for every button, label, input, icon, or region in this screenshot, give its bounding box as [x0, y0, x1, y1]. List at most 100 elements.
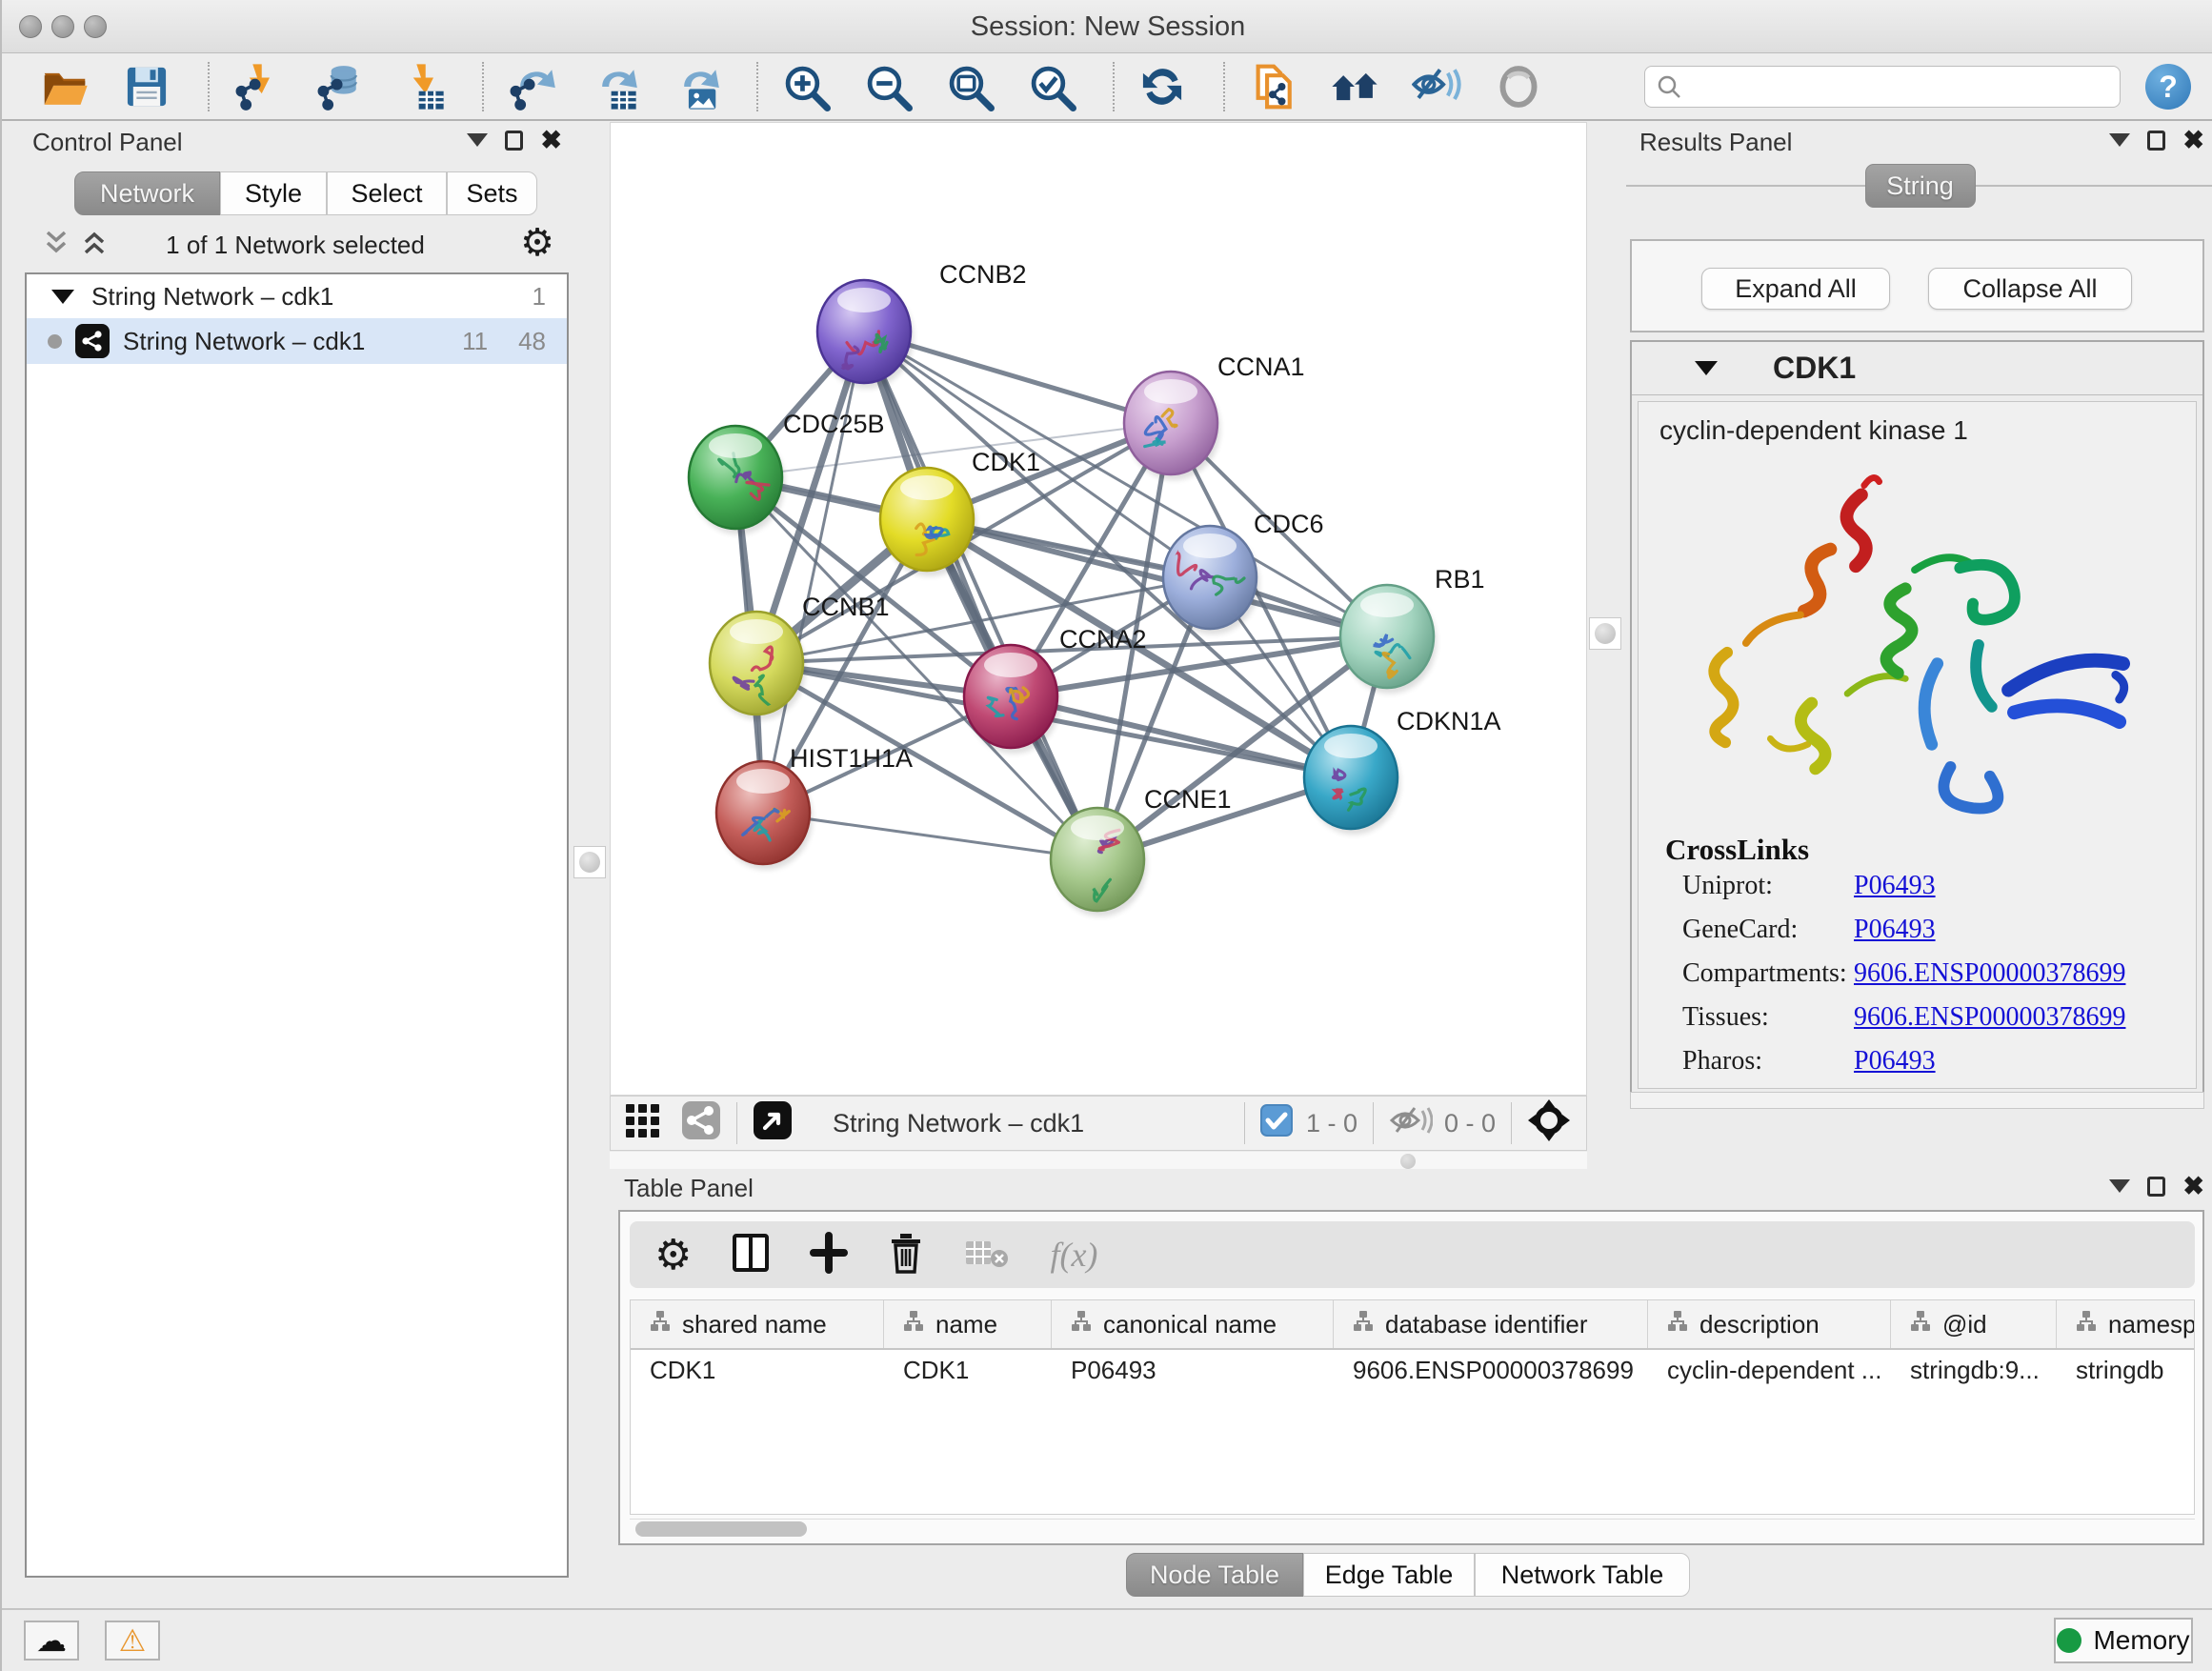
warning-status-icon[interactable]: ⚠ — [105, 1621, 160, 1661]
gene-section-header[interactable]: CDK1 — [1632, 342, 2202, 395]
first-neighbors-icon[interactable] — [1328, 60, 1381, 113]
export-network-icon[interactable] — [505, 60, 558, 113]
tab-string[interactable]: String — [1865, 164, 1976, 208]
show-columns-icon[interactable] — [732, 1232, 770, 1278]
column-header-namespace[interactable]: namespace — [2057, 1300, 2195, 1348]
hidden-counts: 0 - 0 — [1444, 1109, 1496, 1138]
table-cell[interactable]: stringdb:9... — [1891, 1350, 2057, 1394]
zoom-fit-icon[interactable] — [943, 60, 996, 113]
birdseye-grid-icon[interactable] — [624, 1100, 664, 1147]
tree-expand-icon[interactable] — [51, 290, 74, 304]
network-node-HIST1H1A[interactable]: HIST1H1A — [716, 744, 913, 870]
network-collection-row[interactable]: String Network – cdk1 1 — [27, 274, 567, 318]
column-header-shared-name[interactable]: shared name — [631, 1300, 884, 1348]
memory-button[interactable]: Memory — [2054, 1618, 2193, 1663]
selected-checkbox-icon[interactable] — [1260, 1104, 1293, 1143]
panel-float-icon[interactable] — [2147, 131, 2165, 151]
horizontal-splitter[interactable] — [610, 1152, 1587, 1169]
network-node-CCNB1[interactable]: CCNB1 — [710, 593, 890, 720]
cloud-status-icon[interactable]: ☁ — [24, 1621, 79, 1661]
export-image-icon[interactable] — [669, 60, 722, 113]
panel-float-icon[interactable] — [2147, 1177, 2165, 1197]
import-table-icon[interactable] — [394, 60, 448, 113]
save-session-icon[interactable] — [120, 60, 173, 113]
collapse-all-button[interactable]: Collapse All — [1928, 268, 2132, 310]
table-hscrollbar[interactable] — [630, 1519, 2195, 1538]
panel-float-icon[interactable] — [505, 131, 523, 151]
panel-close-icon[interactable]: ✖ — [540, 130, 562, 151]
zoom-in-icon[interactable] — [779, 60, 833, 113]
column-header-canonical-name[interactable]: canonical name — [1052, 1300, 1334, 1348]
search-box[interactable] — [1644, 66, 2121, 108]
crosslink-link[interactable]: P06493 — [1854, 871, 1936, 900]
network-node-CDKN1A[interactable]: CDKN1A — [1304, 707, 1501, 835]
create-column-icon[interactable] — [810, 1232, 848, 1278]
left-splitter-handle[interactable] — [573, 846, 606, 878]
panel-collapse-icon[interactable] — [2109, 1179, 2130, 1193]
import-network-file-icon[interactable] — [231, 60, 284, 113]
string-view-icon[interactable] — [681, 1100, 721, 1147]
scrollbar-thumb[interactable] — [635, 1521, 807, 1537]
column-header-database-identifier[interactable]: database identifier — [1334, 1300, 1648, 1348]
detach-view-icon[interactable] — [753, 1100, 793, 1147]
zoom-out-icon[interactable] — [861, 60, 915, 113]
table-cell[interactable]: CDK1 — [631, 1350, 884, 1394]
network-graph[interactable]: CCNB2 CCNA1 CDC25B CDK1 CDC6 RB1 CCNB1 — [611, 123, 1586, 1095]
hide-selected-icon[interactable] — [1410, 60, 1463, 113]
network-edge-CCNE1-HIST1H1A[interactable] — [763, 813, 1097, 859]
crosslink-link[interactable]: 9606.ENSP00000378699 — [1854, 958, 2125, 988]
help-icon[interactable]: ? — [2145, 64, 2191, 110]
table-cell[interactable]: 9606.ENSP00000378699 — [1334, 1350, 1648, 1394]
network-view-canvas[interactable]: CCNB2 CCNA1 CDC25B CDK1 CDC6 RB1 CCNB1 — [610, 122, 1587, 1096]
network-edge-CCNB2-HIST1H1A[interactable] — [763, 332, 864, 813]
table-cell[interactable]: stringdb — [2057, 1350, 2195, 1394]
import-network-database-icon[interactable] — [312, 60, 366, 113]
table-cell[interactable]: P06493 — [1052, 1350, 1334, 1394]
tab-select[interactable]: Select — [327, 171, 447, 215]
section-expand-icon[interactable] — [1695, 361, 1718, 375]
network-options-gear-icon[interactable]: ⚙ — [520, 221, 554, 265]
clone-network-icon[interactable] — [1246, 60, 1299, 113]
right-splitter-handle[interactable] — [1589, 617, 1621, 650]
panel-close-icon[interactable]: ✖ — [2182, 130, 2204, 151]
column-header-name[interactable]: name — [884, 1300, 1052, 1348]
show-all-icon[interactable] — [1492, 60, 1545, 113]
network-node-RB1[interactable]: RB1 — [1340, 565, 1485, 694]
table-cell[interactable]: cyclin-dependent ... — [1648, 1350, 1891, 1394]
delete-column-icon[interactable] — [888, 1232, 924, 1278]
crosslink-link[interactable]: 9606.ENSP00000378699 — [1854, 1002, 2125, 1032]
network-node-CCNA1[interactable]: CCNA1 — [1124, 352, 1305, 480]
search-input[interactable] — [1681, 69, 2120, 105]
tab-network-table[interactable]: Network Table — [1475, 1553, 1690, 1597]
crosslink-link[interactable]: P06493 — [1854, 915, 1936, 944]
column-header-description[interactable]: description — [1648, 1300, 1891, 1348]
pan-crosshair-icon[interactable] — [1527, 1098, 1571, 1149]
open-session-icon[interactable] — [38, 60, 91, 113]
network-node-CCNE1[interactable]: CCNE1 — [1051, 785, 1232, 916]
expand-all-button[interactable]: Expand All — [1701, 268, 1890, 310]
tab-style[interactable]: Style — [220, 171, 327, 215]
results-scrollbar[interactable] — [1630, 1092, 2204, 1109]
table-options-gear-icon[interactable]: ⚙ — [654, 1231, 692, 1279]
network-edge-CCNA2-CDKN1A[interactable] — [1011, 696, 1351, 777]
network-row[interactable]: String Network – cdk1 11 48 — [27, 318, 567, 364]
title-bar: Session: New Session — [2, 0, 2212, 53]
table-cell[interactable]: CDK1 — [884, 1350, 1052, 1394]
tab-edge-table[interactable]: Edge Table — [1303, 1553, 1475, 1597]
apply-layout-icon[interactable] — [1136, 60, 1189, 113]
control-panel-tabs: NetworkStyleSelectSets — [74, 171, 537, 215]
zoom-selected-icon[interactable] — [1025, 60, 1078, 113]
panel-collapse-icon[interactable] — [467, 133, 488, 147]
crosslink-link[interactable]: P06493 — [1854, 1046, 1936, 1076]
export-table-icon[interactable] — [587, 60, 640, 113]
collection-count: 1 — [533, 282, 546, 312]
tab-node-table[interactable]: Node Table — [1126, 1553, 1303, 1597]
panel-close-icon[interactable]: ✖ — [2182, 1176, 2204, 1197]
network-edge-CCNB2-CCNE1[interactable] — [864, 332, 1097, 859]
panel-collapse-icon[interactable] — [2109, 133, 2130, 147]
table-row[interactable]: CDK1CDK1P064939606.ENSP00000378699cyclin… — [631, 1350, 2194, 1394]
tab-sets[interactable]: Sets — [447, 171, 537, 215]
column-header-@id[interactable]: @id — [1891, 1300, 2057, 1348]
tab-network[interactable]: Network — [74, 171, 220, 215]
splitter-dot[interactable] — [1400, 1154, 1416, 1169]
